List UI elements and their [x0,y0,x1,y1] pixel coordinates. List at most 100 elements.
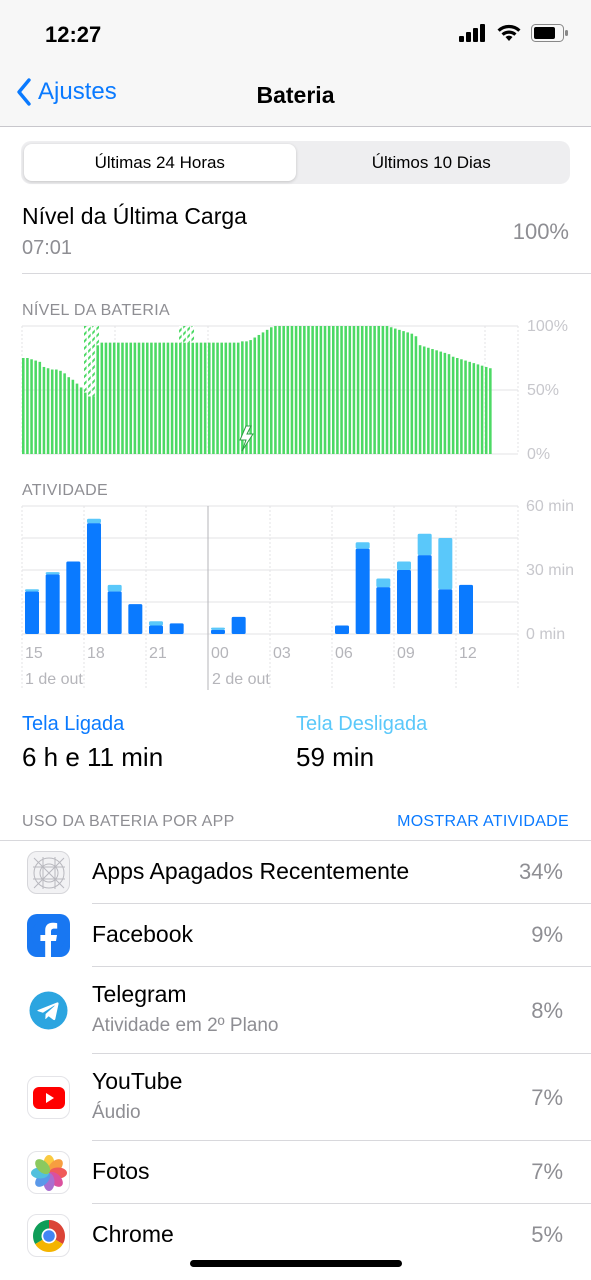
deleted-apps-icon [27,851,70,894]
battery-level-bar [236,342,240,454]
battery-level-bar [451,356,455,454]
battery-level-bar [203,342,207,454]
app-percentage: 5% [531,1222,563,1247]
app-subtitle: Atividade em 2º Plano [92,1015,279,1036]
activity-screen-off-bar [149,621,163,626]
screen-off-label: Tela Desligada [296,713,428,735]
battery-level-bar [26,358,29,454]
battery-level-bar [129,342,133,454]
battery-level-bar [253,337,257,454]
activity-screen-on-bar [66,561,81,634]
battery-level-bar [365,326,368,454]
youtube-icon [27,1076,70,1119]
battery-level-bar [427,347,430,454]
battery-level-bar [187,342,190,454]
battery-level-bar [146,342,149,454]
activity-screen-on-bar [128,604,143,634]
battery-level-bar [323,326,327,454]
battery-level-bar [84,392,87,454]
battery-level-bar [67,377,71,454]
battery-level-bar [96,345,99,454]
battery-level-bar [286,326,290,454]
battery-level-bar [38,361,42,454]
activity-screen-on-bar [87,523,101,634]
battery-level-bar [125,342,128,454]
battery-level-bar [50,369,54,454]
battery-level-bar [447,354,451,454]
activity-screen-on-bar [211,629,225,634]
app-row-facebook[interactable]: Facebook 9% [0,904,591,966]
activity-screen-on-bar [438,589,453,634]
battery-level-bar [274,326,277,454]
y-tick-label: 0 min [526,626,565,643]
x-tick-label: 03 [273,645,291,662]
battery-level-bar [443,352,447,454]
app-percentage: 8% [531,998,563,1023]
battery-level-bar [216,342,219,454]
telegram-icon [27,989,70,1032]
activity-screen-on-bar [397,570,411,634]
date-label: 1 de out [25,671,83,688]
y-tick-label: 0% [527,446,550,463]
activity-screen-on-bar [417,555,432,634]
app-subtitle: Áudio [92,1102,141,1123]
facebook-icon [27,914,70,957]
app-row-deleted-apps[interactable]: Apps Apagados Recentemente 34% [0,841,591,903]
app-row-telegram[interactable]: Telegram Atividade em 2º Plano 8% [0,967,591,1053]
battery-level-bar [303,326,306,454]
battery-level-bar [104,342,108,454]
battery-level-bar [261,332,265,454]
battery-level-bar [208,342,211,454]
app-row-chrome[interactable]: Chrome 5% [0,1204,591,1266]
battery-level-bar [476,364,480,454]
activity-screen-off-bar [87,518,101,524]
battery-level-bar [340,326,343,454]
battery-level-bar [311,326,314,454]
battery-level-bar [232,342,236,454]
battery-level-bar [398,329,401,454]
y-tick-label: 60 min [526,498,574,515]
app-row-photos[interactable]: Fotos 7% [0,1141,591,1203]
battery-level-bar [55,369,58,454]
show-activity-button[interactable]: MOSTRAR ATIVIDADE [397,813,569,831]
battery-level-bar [183,342,186,454]
battery-level-bar [265,329,269,454]
battery-level-bar [154,342,157,454]
battery-level-bar [472,363,476,454]
battery-level-bar [489,368,492,454]
battery-level-bar [369,326,372,454]
chrome-icon [27,1214,70,1257]
battery-level-bar [75,383,79,454]
battery-level-bar [150,342,153,454]
charging-hatch [191,326,195,343]
apps-usage-header: USO DA BATERIA POR APP [22,813,235,830]
app-name: Apps Apagados Recentemente [92,858,410,884]
battery-level-bar [59,370,62,454]
x-tick-label: 12 [459,645,477,662]
battery-level-bar [100,342,104,454]
battery-level-bar [290,326,294,454]
battery-level-bar [414,336,418,454]
battery-level-bar [117,342,120,454]
battery-level-bar [30,359,33,454]
battery-level-bar [195,342,199,454]
app-name: Fotos [92,1158,150,1184]
battery-level-bar [162,342,166,454]
battery-level-bar [278,326,281,454]
charging-hatch [96,326,99,346]
charging-hatch [187,326,190,343]
battery-level-bar [137,342,141,454]
activity-screen-off-bar [211,627,225,630]
activity-screen-on-bar [355,548,370,634]
battery-level-bar [344,326,347,454]
battery-level-bar [108,342,112,454]
battery-level-bar [435,350,438,454]
battery-level-bar [336,326,339,454]
screen-on-summary: Tela Ligada 6 h e 11 min [22,713,163,773]
y-tick-label: 30 min [526,562,574,579]
app-row-youtube[interactable]: YouTube Áudio 7% [0,1054,591,1140]
battery-level-bar [121,342,124,454]
charging-hatch [183,326,186,343]
battery-level-bar [377,326,381,454]
x-tick-label: 09 [397,645,415,662]
